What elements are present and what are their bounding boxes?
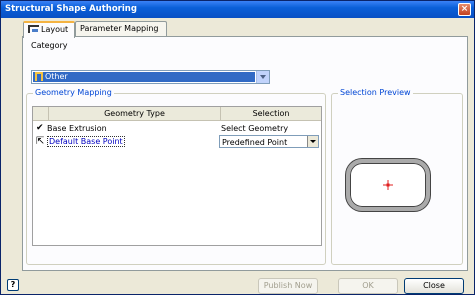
pointer-arrow-icon: ⇱ [36,136,45,147]
shape-preview-canvas[interactable] [346,159,430,211]
grid-header-spacer [33,107,49,121]
dialog-button-bar: ? Publish Now OK Close [1,275,474,295]
selection-cell[interactable]: Select Geometry [221,122,288,135]
tab-parameter-mapping[interactable]: Parameter Mapping [75,21,167,37]
category-dropdown[interactable]: Other [31,70,270,84]
tab-parameter-mapping-label: Parameter Mapping [80,24,159,33]
selection-dropdown[interactable]: Predefined Point [219,135,319,148]
help-button[interactable]: ? [7,279,19,291]
table-row[interactable]: ✔ Base Extrusion Select Geometry [33,122,321,135]
chevron-down-icon[interactable] [307,136,318,147]
layout-tab-panel: Category Other Geometry Mapping Geometry… [22,36,468,271]
tab-layout-label: Layout [41,25,69,34]
grid-header: Geometry Type Selection [33,107,321,121]
base-point-marker-icon [383,180,393,190]
geometry-type-cell: Default Base Point [47,135,125,148]
shape-category-icon [35,72,43,81]
selection-preview-title: Selection Preview [338,88,413,98]
category-selected-text: Other [45,72,68,81]
column-header-selection[interactable]: Selection [221,107,321,121]
chevron-down-icon[interactable] [256,71,269,83]
table-row[interactable]: ⇱ Default Base Point Predefined Point [33,135,321,148]
geometry-mapping-title: Geometry Mapping [33,88,114,98]
selection-preview-group: Selection Preview [331,88,463,265]
category-label: Category [31,41,68,50]
structural-shape-authoring-dialog: Structural Shape Authoring × Layout Para… [0,0,475,295]
ok-button[interactable]: OK [338,278,398,294]
geometry-mapping-grid: Geometry Type Selection ✔ Base Extrusion… [32,106,322,246]
close-button[interactable]: Close [404,278,464,294]
window-close-button[interactable]: × [458,3,471,16]
checkmark-icon: ✔ [36,123,44,133]
tab-layout[interactable]: Layout [23,21,75,38]
selection-dropdown-value: Predefined Point [222,138,288,147]
geometry-type-text: Default Base Point [47,136,125,147]
layout-icon [28,25,39,33]
window-title: Structural Shape Authoring [5,4,137,14]
column-header-geometry-type[interactable]: Geometry Type [49,107,221,121]
category-selected-value: Other [33,72,255,82]
geometry-mapping-group: Geometry Mapping Geometry Type Selection… [26,88,326,265]
title-bar[interactable]: Structural Shape Authoring × [1,1,474,18]
publish-now-button[interactable]: Publish Now [258,278,318,294]
geometry-type-cell: Base Extrusion [47,124,107,133]
